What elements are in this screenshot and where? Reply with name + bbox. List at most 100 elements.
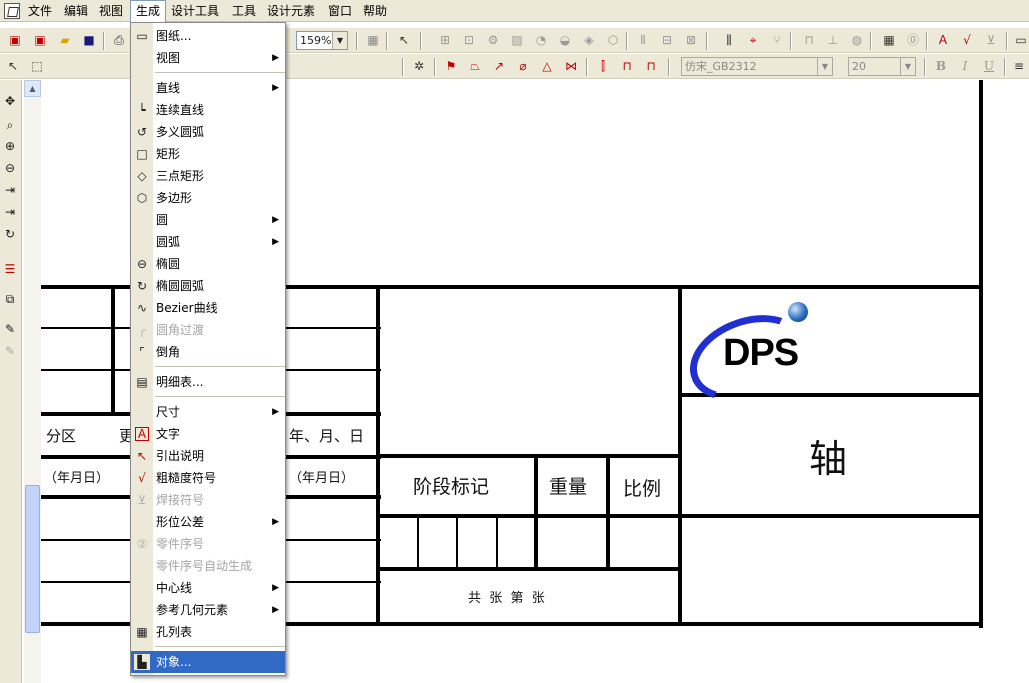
menu-view[interactable]: 视图 (94, 0, 128, 22)
menu-item-ellipse-arc[interactable]: ↻ 椭圆圆弧 (131, 275, 285, 297)
menu-item-three-point-rect[interactable]: ◇ 三点矩形 (131, 165, 285, 187)
select-box-icon[interactable]: ⬚ (28, 57, 46, 75)
menu-item-gdt[interactable]: 形位公差 ▶ (131, 511, 285, 533)
menu-item-rectangle[interactable]: □ 矩形 (131, 143, 285, 165)
menu-item-polygon[interactable]: ⬡ 多边形 (131, 187, 285, 209)
tree-icon[interactable]: ⑂ (768, 31, 786, 49)
menu-item-circle[interactable]: 圆 ▶ (131, 209, 285, 231)
layout-icon[interactable]: ⊞ (436, 31, 454, 49)
menu-item-fillet[interactable]: ╭ 圆角过渡 (131, 319, 285, 341)
balloon-icon[interactable]: ⓪ (904, 31, 922, 49)
font-combo[interactable]: 仿宋_GB2312 ▼ (681, 57, 833, 76)
underline-button[interactable]: U (980, 57, 998, 75)
menu-edit[interactable]: 编辑 (59, 0, 93, 22)
bold-button[interactable]: B (932, 57, 950, 75)
menu-help[interactable]: 帮助 (358, 0, 392, 22)
pan-icon[interactable]: ✥ (1, 92, 19, 110)
menu-item-weld[interactable]: ⊻ 焊接符号 (131, 489, 285, 511)
italic-button[interactable]: I (956, 57, 974, 75)
menu-design-elements[interactable]: 设计元素 (262, 0, 320, 22)
menu-window[interactable]: 窗口 (323, 0, 357, 22)
roughness-icon[interactable]: √ (958, 31, 976, 49)
menu-generate[interactable]: 生成 (130, 0, 167, 22)
menu-item-reference-geometry[interactable]: 参考几何元素 ▶ (131, 599, 285, 621)
stamp-icon[interactable]: ⊓ (800, 31, 818, 49)
app-system-icon[interactable] (4, 3, 20, 19)
zoom-out-icon[interactable]: ⊖ (1, 159, 19, 177)
menu-item-roughness[interactable]: √ 粗糙度符号 (131, 467, 285, 489)
merge-icon[interactable]: ⊠ (682, 31, 700, 49)
vertical-scrollbar[interactable]: ▲ (24, 80, 41, 683)
crosshair-icon[interactable]: ⌖ (744, 31, 762, 49)
menu-item-chamfer[interactable]: ⌜ 倒角 (131, 341, 285, 363)
circle-view-icon[interactable]: ◔ (532, 31, 550, 49)
zoom-window-icon[interactable]: ⌕ (1, 116, 19, 134)
menu-item-ellipse[interactable]: ⊖ 椭圆 (131, 253, 285, 275)
split-icon[interactable]: ⊟ (658, 31, 676, 49)
align-left-icon[interactable]: ≡ (1010, 57, 1028, 75)
frame-icon[interactable]: ⊓ (618, 57, 636, 75)
menu-item-centerline[interactable]: 中心线 ▶ (131, 577, 285, 599)
font-size-combo[interactable]: 20 ▼ (848, 57, 916, 76)
open-folder-icon[interactable]: ▰ (56, 31, 74, 49)
menu-item-polyline[interactable]: ┕ 连续直线 (131, 99, 285, 121)
menu-tools[interactable]: 工具 (227, 0, 261, 22)
menu-file[interactable]: 文件 (23, 0, 57, 22)
select-arrow-icon[interactable]: ↖ (4, 57, 22, 75)
flag-icon[interactable]: ⚑ (442, 57, 460, 75)
chevron-down-icon[interactable]: ▼ (900, 58, 915, 75)
menu-item-arc[interactable]: 圆弧 ▶ (131, 231, 285, 253)
menu-item-auto-part-number[interactable]: 零件序号自动生成 (131, 555, 285, 577)
help-pointer-icon[interactable]: ↖ (395, 31, 413, 49)
print-icon[interactable]: ⎙ (110, 31, 128, 49)
grid-icon[interactable]: ▦ (364, 31, 382, 49)
zoom-combo[interactable]: 159% ▼ (296, 31, 348, 50)
table-grid-icon[interactable]: ▦ (880, 31, 898, 49)
menu-item-line[interactable]: 直线 ▶ (131, 77, 285, 99)
menu-item-object[interactable]: ▙ 对象... (131, 651, 285, 673)
menu-item-poly-arc[interactable]: ↺ 多义圆弧 (131, 121, 285, 143)
menu-item-hole-table[interactable]: ▦ 孔列表 (131, 621, 285, 643)
chevron-down-icon[interactable]: ▼ (817, 58, 832, 75)
chevron-down-icon[interactable]: ▼ (332, 32, 347, 49)
zoom-in-icon[interactable]: ⊕ (1, 137, 19, 155)
align-icon[interactable]: ⫴ (634, 31, 652, 49)
solid-icon[interactable]: ⬡ (604, 31, 622, 49)
triangle-icon[interactable]: △ (538, 57, 556, 75)
pick-disabled-icon[interactable]: ✎ (1, 342, 19, 360)
detail-icon[interactable]: ◈ (580, 31, 598, 49)
text-style-icon[interactable]: Ａ (934, 31, 952, 49)
gear-icon[interactable]: ⚙ (484, 31, 502, 49)
menu-item-view[interactable]: 视图 ▶ (131, 47, 285, 69)
menu-item-dimension[interactable]: 尺寸 ▶ (131, 401, 285, 423)
move-icon[interactable]: ⇥ (1, 181, 19, 199)
menu-item-leader-note[interactable]: ↖ 引出说明 (131, 445, 285, 467)
properties-icon[interactable]: ⧉ (1, 290, 19, 308)
scroll-up-icon[interactable]: ▲ (24, 80, 41, 97)
angle-icon[interactable]: ↗ (490, 57, 508, 75)
diameter-icon[interactable]: ⌀ (514, 57, 532, 75)
menu-item-drawing-sheet[interactable]: ▭ 图纸... (131, 25, 285, 47)
rotate-icon[interactable]: ↻ (1, 225, 19, 243)
more-tools-icon[interactable]: ▭ (1012, 31, 1029, 49)
weld-icon[interactable]: ⊻ (982, 31, 1000, 49)
layers-icon[interactable]: ☰ (1, 260, 19, 278)
bracket-icon[interactable]: ⫿ (594, 57, 612, 75)
new-drawing-icon[interactable]: ▣ (31, 31, 49, 49)
snap-icon[interactable]: ✲ (410, 57, 428, 75)
gate-icon[interactable]: ⊓ (642, 57, 660, 75)
menu-item-bom[interactable]: ▤ 明细表... (131, 371, 285, 393)
menu-item-bezier[interactable]: ∿ Bezier曲线 (131, 297, 285, 319)
pick-icon[interactable]: ✎ (1, 320, 19, 338)
fixture-icon[interactable]: ⊡ (460, 31, 478, 49)
datum-icon[interactable]: ⊥ (824, 31, 842, 49)
vertical-dim-icon[interactable]: ⫼ (720, 31, 738, 49)
scroll-thumb[interactable] (25, 485, 40, 633)
copy-icon[interactable]: ⇥ (1, 203, 19, 221)
new-file-icon[interactable]: ▣ (6, 31, 24, 49)
trapezoid-icon[interactable]: ⏢ (466, 57, 484, 75)
save-icon[interactable]: ■ (80, 31, 98, 49)
globe-icon[interactable]: ◍ (848, 31, 866, 49)
menu-item-part-number[interactable]: ② 零件序号 (131, 533, 285, 555)
menu-item-text[interactable]: A 文字 (131, 423, 285, 445)
